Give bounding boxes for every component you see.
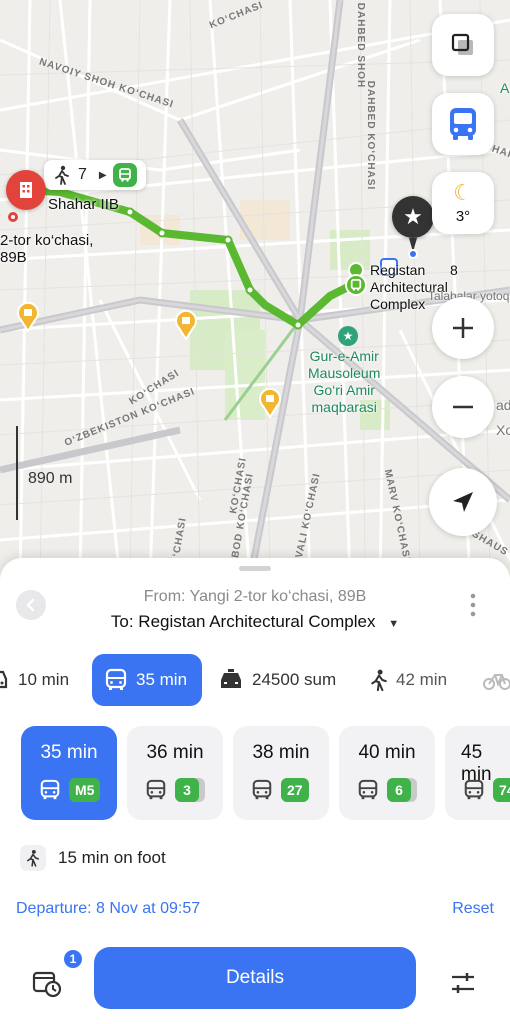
mode-car-label: 10 min [18,670,70,689]
destination-dot [408,249,418,259]
street-label: DAHBED SHOH [355,2,367,89]
filters-icon[interactable] [446,966,480,1000]
route-card[interactable]: 38 min 27 [233,726,329,820]
caret-down-icon: ▼ [388,618,400,630]
scale-bar [16,426,18,520]
history-icon[interactable] [30,966,64,1000]
walking-summary: 15 min on foot [20,844,166,872]
walk-icon [20,845,46,871]
details-button[interactable]: Details [94,947,416,1009]
line-badge: 3 [175,778,199,802]
more-icon[interactable] [470,592,476,618]
bus-icon [464,779,484,800]
layers-button[interactable] [432,14,494,76]
origin-address: 2-tor ko‘chasi, 89B [0,232,94,266]
map[interactable]: NAVOIY SHOH KO‘CHASI KO‘CHASI DAHBED SHO… [0,0,510,580]
moon-icon: ☾ [453,179,473,205]
line-badge: M5 [69,778,101,802]
route-to-label: To: Registan Architectural Complex [110,612,376,631]
scale-label: 890 m [28,470,73,487]
car-icon [0,669,10,691]
mode-transit-label: 35 min [136,670,188,689]
zoom-out-button[interactable] [432,376,494,438]
building-icon [20,182,32,198]
walk-icon [370,668,388,692]
mode-car-tab[interactable]: 10 min [0,654,69,706]
taxi-icon [218,668,244,692]
walk-bubble[interactable]: 7 ▶ [44,160,146,190]
route-to[interactable]: To: Registan Architectural Complex ▼ [0,612,510,632]
sheet-grabber[interactable] [239,566,271,571]
poi-pin-icon[interactable] [17,302,39,332]
minus-icon [453,405,473,409]
bus-stop-icon [112,163,137,187]
map-edge-label: adja [496,397,510,413]
map-edge-label: A [500,80,510,96]
map-edge-label: Xo [496,422,510,438]
navigation-arrow-icon [453,492,473,512]
screen: NAVOIY SHOH KO‘CHASI KO‘CHASI DAHBED SHO… [0,0,510,1024]
poi-pin-icon[interactable] [259,388,281,418]
line-badge: 27 [281,778,309,802]
bus-icon [450,108,476,140]
star-icon: ★ [403,204,423,229]
route-sheet: From: Yangi 2-tor ko‘chasi, 89B To: Regi… [0,558,510,1024]
line-badge: 6 [387,778,411,802]
landmark-label: Gur-e-Amir Mausoleum Go‘ri Amir maqbaras… [308,348,381,415]
route-card[interactable]: 35 min M5 [21,726,117,820]
route-card[interactable]: 36 min 3 [127,726,223,820]
layers-icon [451,33,473,55]
origin-label: Shahar IIB [48,196,119,213]
walk-icon [55,165,69,185]
route-time: 38 min [252,742,310,763]
route-time: 40 min [358,742,416,763]
bus-icon [252,779,272,800]
route-card[interactable]: 45 min 74 [445,726,510,820]
route-time: 35 min [40,742,98,763]
plus-icon [453,318,473,338]
route-options: 35 min M5 36 min 3 38 min 27 40 min 6 45… [0,726,510,822]
route-from[interactable]: From: Yangi 2-tor ko‘chasi, 89B [0,588,510,606]
destination-marker[interactable]: ★ [392,196,434,238]
zoom-in-button[interactable] [432,297,494,359]
transit-mode-button[interactable] [432,93,494,155]
route-card[interactable]: 40 min 6 [339,726,435,820]
departure-time-link[interactable]: Departure: 8 Nov at 09:57 [16,900,200,918]
destination-number: 8 [450,262,458,278]
origin-marker[interactable] [6,170,46,210]
weather-button[interactable]: ☾ 3° [432,172,494,234]
poi-pin-icon[interactable] [175,310,197,340]
bus-icon [146,779,166,800]
mode-walk-tab[interactable]: 42 min [370,654,447,706]
landmark-star-icon[interactable]: ★ [338,326,358,346]
mode-walk-label: 42 min [396,670,448,689]
bus-icon [104,668,128,692]
bus-stop-icon[interactable] [345,274,367,296]
mode-transit-tab[interactable]: 35 min [92,654,202,706]
bus-icon [358,779,378,800]
bike-icon [482,669,510,691]
bottom-action-bar: 1 Details [0,944,510,1014]
line-badge: 74 [493,778,510,802]
reset-button[interactable]: Reset [452,900,494,918]
mode-tabs: 10 min 35 min 24500 sum 42 min [0,654,510,706]
mode-bike-tab[interactable] [482,654,510,706]
street-label: DAHBED KO‘CHASI [365,80,377,191]
my-location-button[interactable] [429,468,497,536]
mode-taxi-label: 24500 sum [252,670,337,689]
origin-dot [8,212,18,222]
bus-icon [40,779,60,800]
weather-temp: 3° [455,207,471,225]
mode-taxi-tab[interactable]: 24500 sum [218,654,336,706]
walk-minutes: 7 [78,166,87,183]
history-count-badge: 1 [62,948,84,970]
route-time: 36 min [146,742,204,763]
walking-time: 15 min on foot [58,848,166,867]
arrow-right-icon: ▶ [98,169,107,181]
